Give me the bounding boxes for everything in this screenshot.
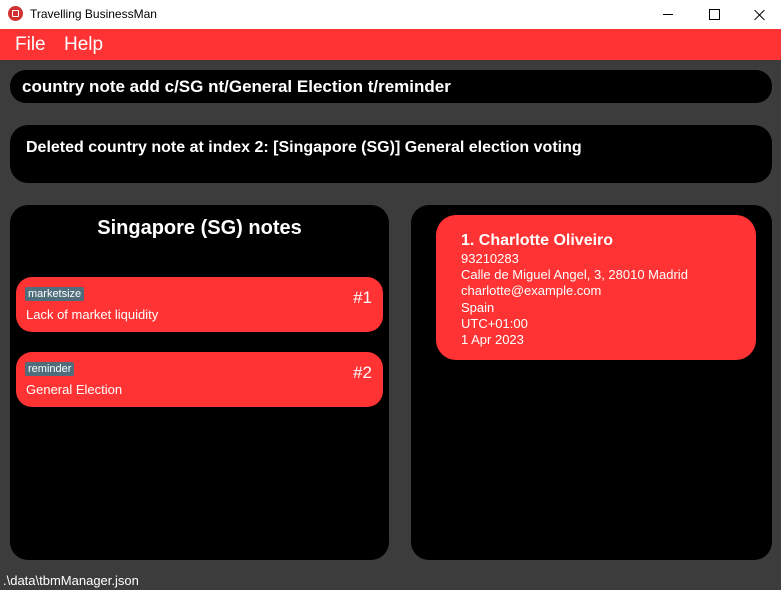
contact-email: charlotte@example.com: [461, 283, 602, 298]
menu-file[interactable]: File: [15, 34, 46, 56]
contact-country: Spain: [461, 300, 495, 315]
contact-name: 1. Charlotte Oliveiro: [461, 232, 614, 249]
note-tag: reminder: [25, 362, 75, 376]
contact-date: 1 Apr 2023: [461, 332, 524, 347]
contact-timezone: UTC+01:00: [461, 316, 528, 331]
notes-title: Singapore (SG) notes: [97, 217, 302, 239]
note-card[interactable]: reminder General Election #2: [16, 352, 383, 407]
note-text: Lack of market liquidity: [26, 307, 159, 322]
app-icon: [8, 6, 23, 21]
title-bar: Travelling BusinessMan: [0, 0, 781, 29]
status-bar-path: .\data\tbmManager.json: [3, 573, 139, 588]
window-title: Travelling BusinessMan: [30, 7, 157, 21]
result-display: Deleted country note at index 2: [Singap…: [10, 125, 772, 183]
contact-phone: 93210283: [461, 251, 519, 266]
note-tag: marketsize: [25, 287, 85, 301]
menu-help[interactable]: Help: [64, 34, 103, 56]
contact-address: Calle de Miguel Angel, 3, 28010 Madrid: [461, 267, 688, 282]
close-icon: [754, 9, 766, 21]
command-input[interactable]: [22, 70, 762, 103]
minimize-icon: [663, 14, 673, 15]
maximize-icon: [708, 9, 720, 20]
contact-list-panel[interactable]: 1. Charlotte Oliveiro 93210283 Calle de …: [411, 205, 772, 560]
command-box: [10, 70, 772, 103]
result-text: Deleted country note at index 2: [Singap…: [26, 139, 582, 156]
note-index: #2: [353, 363, 372, 382]
close-button[interactable]: [737, 0, 781, 29]
country-notes-panel[interactable]: Singapore (SG) notes marketsize Lack of …: [10, 205, 389, 560]
note-index: #1: [353, 288, 372, 307]
contact-card[interactable]: 1. Charlotte Oliveiro 93210283 Calle de …: [436, 215, 756, 360]
note-text: General Election: [26, 382, 123, 397]
menu-bar: File Help: [0, 29, 781, 60]
minimize-button[interactable]: [645, 0, 691, 29]
note-card[interactable]: marketsize Lack of market liquidity #1: [16, 277, 383, 332]
maximize-button[interactable]: [691, 0, 737, 29]
